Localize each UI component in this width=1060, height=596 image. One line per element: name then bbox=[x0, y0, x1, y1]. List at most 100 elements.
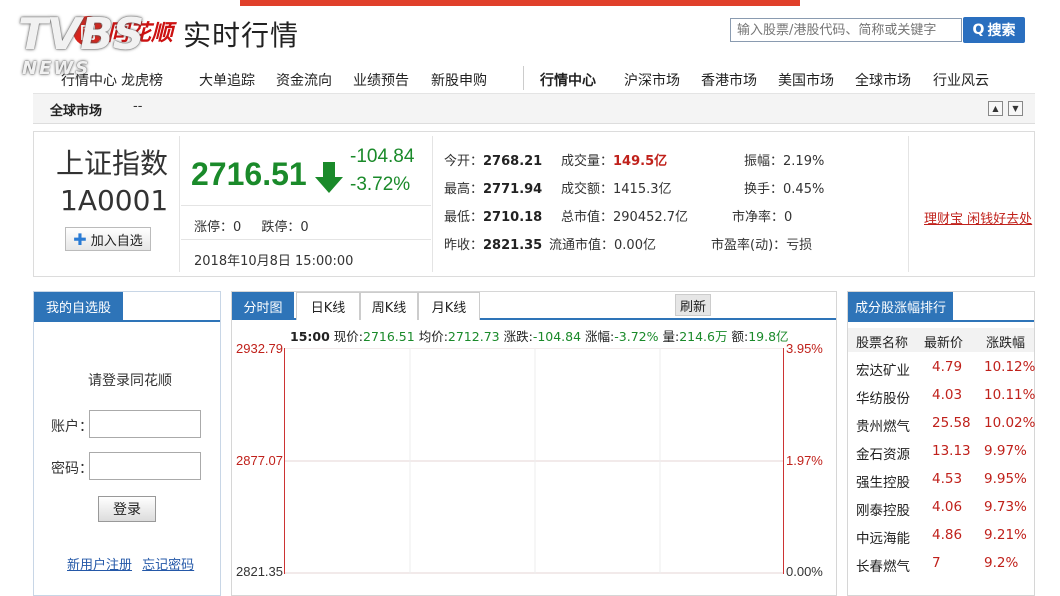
table-row[interactable]: 华纺股份 4.03 10.11% bbox=[848, 383, 1035, 411]
subnav-label[interactable]: 全球市场 bbox=[50, 100, 102, 119]
forgot-password-link[interactable]: 忘记密码 bbox=[142, 558, 194, 573]
info-vol: 214.6万 bbox=[679, 329, 728, 344]
price-change-pct: -3.72% bbox=[350, 174, 411, 195]
quote-datetime: 2018年10月8日 15:00:00 bbox=[194, 254, 354, 269]
nav-item[interactable]: 资金流向 bbox=[276, 70, 332, 90]
stat-pe: 市盈率(动)：亏损 bbox=[711, 238, 813, 253]
y-tick-left: 2821.35 bbox=[236, 564, 283, 579]
info-avg: 2712.73 bbox=[447, 329, 500, 344]
stat-market-cap: 总市值：290452.7亿 bbox=[561, 210, 689, 225]
nav-item[interactable]: 大单追踪 bbox=[199, 70, 255, 90]
table-row[interactable]: 强生控股 4.53 9.95% bbox=[848, 467, 1034, 495]
login-links: 新用户注册 忘记密码 bbox=[67, 554, 200, 573]
register-link[interactable]: 新用户注册 bbox=[67, 558, 132, 573]
intraday-plot[interactable] bbox=[284, 348, 784, 574]
nav-item[interactable]: 业绩预告 bbox=[353, 70, 409, 90]
login-button[interactable]: 登录 bbox=[98, 496, 156, 522]
tab-monthly-k[interactable]: 月K线 bbox=[418, 292, 480, 320]
index-name: 上证指数 bbox=[56, 147, 169, 180]
tab-constituents[interactable]: 成分股涨幅排行 bbox=[848, 292, 954, 320]
password-field[interactable] bbox=[89, 452, 201, 480]
nav-item[interactable]: 全球市场 bbox=[855, 70, 911, 90]
table-row[interactable]: 宏达矿业 4.79 10.12% bbox=[848, 355, 1035, 383]
divider bbox=[181, 205, 431, 206]
account-field[interactable] bbox=[89, 410, 201, 438]
current-price: 2716.51 bbox=[191, 156, 307, 192]
top-banner bbox=[240, 0, 800, 6]
nav-item[interactable]: 香港市场 bbox=[701, 70, 757, 90]
table-row[interactable]: 中远海能 4.86 9.21% bbox=[848, 523, 1034, 551]
info-amt: 19.8亿 bbox=[748, 329, 789, 344]
promo-link[interactable]: 理财宝 闲钱好去处 bbox=[924, 208, 1032, 227]
limit-up-count: 涨停：0 bbox=[194, 220, 242, 235]
sub-nav: 全球市场 -- ▲ ▼ bbox=[33, 94, 1035, 124]
y-tick-right: 1.97% bbox=[786, 453, 823, 468]
add-watchlist-label: 加入自选 bbox=[90, 233, 143, 249]
search-button[interactable]: Q 搜索 bbox=[963, 17, 1025, 43]
y-tick-right: 3.95% bbox=[786, 341, 823, 356]
limit-counts: 涨停：0 跌停：0 bbox=[194, 216, 325, 235]
limit-down-count: 跌停：0 bbox=[261, 220, 309, 235]
info-now: 2716.51 bbox=[363, 329, 415, 344]
scroll-up-icon[interactable]: ▲ bbox=[988, 101, 1003, 116]
table-row[interactable]: 贵州燃气 25.58 10.02% bbox=[848, 411, 1035, 439]
watermark-news: NEWS bbox=[22, 58, 91, 79]
nav-item[interactable]: 新股申购 bbox=[431, 70, 487, 90]
tab-watchlist[interactable]: 我的自选股 bbox=[34, 292, 124, 320]
nav-item[interactable]: 行业风云 bbox=[933, 70, 989, 90]
constituents-panel: 成分股涨幅排行 股票名称 最新价 涨跌幅 宏达矿业 4.79 10.12% 华纺股份… bbox=[847, 291, 1035, 596]
tab-underline bbox=[848, 320, 1034, 322]
table-row[interactable]: 刚泰控股 4.06 9.73% bbox=[848, 495, 1034, 523]
refresh-button[interactable]: 刷新 bbox=[675, 294, 711, 316]
header-price[interactable]: 最新价 bbox=[924, 332, 963, 351]
search-input[interactable] bbox=[730, 18, 962, 42]
table-row[interactable]: 长春燃气 7 9.2% bbox=[848, 551, 1034, 579]
tab-daily-k[interactable]: 日K线 bbox=[296, 292, 360, 320]
password-label: 密码： bbox=[51, 461, 93, 477]
y-tick-left: 2877.07 bbox=[236, 453, 283, 468]
divider bbox=[908, 136, 909, 272]
y-tick-left: 2932.79 bbox=[236, 341, 283, 356]
stat-amount: 成交额：1415.3亿 bbox=[561, 182, 672, 197]
nav-item-market-center[interactable]: 行情中心 bbox=[540, 70, 596, 90]
tab-intraday[interactable]: 分时图 bbox=[232, 292, 294, 320]
nav-divider bbox=[523, 66, 524, 90]
quote-box: 上证指数 1A0001 ✚ 加入自选 2716.51 -104.84 -3.72… bbox=[33, 131, 1035, 277]
watchlist-panel: 我的自选股 请登录同花顺 账户： 密码： 登录 新用户注册 忘记密码 bbox=[33, 291, 221, 596]
add-watchlist-button[interactable]: ✚ 加入自选 bbox=[65, 227, 151, 251]
header-change[interactable]: 涨跌幅 bbox=[986, 332, 1025, 351]
chart-tabs: 分时图 日K线 周K线 月K线 刷新 bbox=[232, 292, 836, 320]
search-icon: Q bbox=[972, 22, 985, 38]
table-header: 股票名称 最新价 涨跌幅 bbox=[848, 328, 1034, 352]
tvbs-watermark: TVBS NEWS bbox=[18, 12, 168, 96]
nav-item[interactable]: 美国市场 bbox=[778, 70, 834, 90]
y-tick-right: 0.00% bbox=[786, 564, 823, 579]
index-code: 1A0001 bbox=[60, 184, 169, 217]
chart-panel: 分时图 日K线 周K线 月K线 刷新 15:00 现价:2716.51 均价:2… bbox=[231, 291, 837, 596]
stat-prev-close: 昨收：2821.35 bbox=[444, 238, 543, 253]
stat-float-cap: 流通市值：0.00亿 bbox=[549, 238, 656, 253]
subnav-value: -- bbox=[133, 99, 143, 114]
divider bbox=[179, 136, 180, 272]
stat-turnover: 换手：0.45% bbox=[744, 182, 825, 197]
main-nav: 行情中心 龙虎榜 大单追踪 资金流向 业绩预告 新股申购 行情中心 沪深市场 香… bbox=[33, 62, 1035, 94]
divider bbox=[432, 136, 433, 272]
info-chg: -104.84 bbox=[532, 329, 582, 344]
stat-pb: 市净率：0 bbox=[732, 210, 793, 225]
info-pct: -3.72% bbox=[614, 329, 659, 344]
info-time: 15:00 bbox=[290, 329, 330, 344]
chart-info-line: 15:00 现价:2716.51 均价:2712.73 涨跌:-104.84 涨… bbox=[290, 329, 789, 344]
nav-item[interactable]: 沪深市场 bbox=[624, 70, 680, 90]
search-button-label: 搜索 bbox=[987, 23, 1016, 39]
tab-weekly-k[interactable]: 周K线 bbox=[360, 292, 418, 320]
site-header: 同 同花顺 实时行情 Q 搜索 bbox=[33, 8, 1035, 58]
header-name[interactable]: 股票名称 bbox=[856, 332, 908, 351]
stat-volume: 成交量：149.5亿 bbox=[561, 154, 668, 169]
scroll-down-icon[interactable]: ▼ bbox=[1008, 101, 1023, 116]
account-label: 账户： bbox=[51, 419, 93, 435]
table-row[interactable]: 金石资源 13.13 9.97% bbox=[848, 439, 1034, 467]
plus-icon: ✚ bbox=[73, 229, 87, 249]
down-arrow-icon bbox=[315, 162, 343, 193]
tab-underline bbox=[34, 320, 220, 322]
stat-high: 最高：2771.94 bbox=[444, 182, 543, 197]
